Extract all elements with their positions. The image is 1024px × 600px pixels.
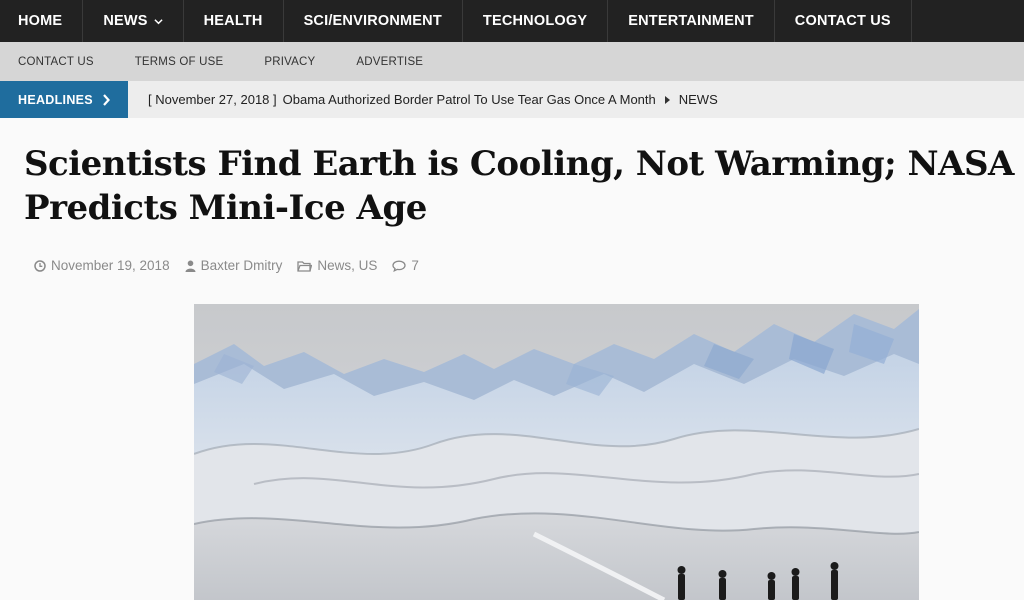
comment-icon — [392, 260, 407, 272]
category-separator: , — [351, 258, 359, 273]
article-date: November 19, 2018 — [34, 258, 170, 273]
subnav-privacy[interactable]: PRIVACY — [264, 56, 315, 68]
ticker-item[interactable]: [ November 27, 2018 ] Obama Authorized B… — [148, 92, 718, 107]
nav-sci-environment-label: SCI/ENVIRONMENT — [303, 13, 442, 29]
ticker-category-link[interactable]: NEWS — [679, 92, 718, 107]
headlines-label: HEADLINES — [0, 81, 128, 118]
user-icon — [185, 260, 196, 272]
article-categories: News, US — [297, 258, 377, 273]
nav-sci-environment[interactable]: SCI/ENVIRONMENT — [284, 0, 463, 42]
nav-entertainment-label: ENTERTAINMENT — [628, 13, 754, 29]
article-featured-image — [194, 304, 919, 600]
chevron-down-icon — [154, 18, 163, 24]
nav-health[interactable]: HEALTH — [184, 0, 284, 42]
nav-contact-us-label: CONTACT US — [794, 13, 891, 29]
nav-technology-label: TECHNOLOGY — [482, 13, 588, 29]
main-nav: HOME NEWS HEALTH SCI/ENVIRONMENT TECHNOL… — [0, 0, 1024, 42]
ticker-date: [ November 27, 2018 ] — [148, 92, 277, 107]
nav-contact-us[interactable]: CONTACT US — [775, 0, 912, 42]
nav-entertainment[interactable]: ENTERTAINMENT — [608, 0, 775, 42]
category-us-link[interactable]: US — [359, 258, 378, 273]
comments-count-link[interactable]: 7 — [411, 258, 419, 273]
subnav-terms-of-use[interactable]: TERMS OF USE — [135, 56, 224, 68]
caret-right-icon — [664, 95, 670, 104]
article-date-text[interactable]: November 19, 2018 — [51, 258, 170, 273]
chevron-right-icon — [103, 93, 110, 106]
category-news-link[interactable]: News — [317, 258, 351, 273]
subnav-contact-us[interactable]: CONTACT US — [18, 56, 94, 68]
ticker-headline-link[interactable]: Obama Authorized Border Patrol To Use Te… — [283, 92, 656, 107]
subnav-advertise[interactable]: ADVERTISE — [356, 56, 423, 68]
nav-news[interactable]: NEWS — [83, 0, 184, 42]
secondary-nav: CONTACT US TERMS OF USE PRIVACY ADVERTIS… — [0, 42, 1024, 81]
nav-home-label: HOME — [18, 13, 63, 29]
nav-news-label: NEWS — [103, 13, 148, 29]
folder-icon — [297, 260, 313, 272]
nav-technology[interactable]: TECHNOLOGY — [463, 0, 609, 42]
nav-home[interactable]: HOME — [0, 0, 84, 42]
nav-health-label: HEALTH — [203, 13, 263, 29]
article-title: Scientists Find Earth is Cooling, Not Wa… — [24, 144, 1014, 228]
article-meta: November 19, 2018 Baxter Dmitry News, US… — [34, 258, 434, 273]
headlines-label-text: HEADLINES — [18, 92, 93, 107]
glacier-photo — [194, 304, 919, 600]
clock-icon — [34, 259, 46, 272]
headlines-ticker: HEADLINES [ November 27, 2018 ] Obama Au… — [0, 81, 1024, 118]
article-comments: 7 — [392, 258, 419, 273]
article-author-link[interactable]: Baxter Dmitry — [201, 258, 283, 273]
article-author: Baxter Dmitry — [185, 258, 283, 273]
